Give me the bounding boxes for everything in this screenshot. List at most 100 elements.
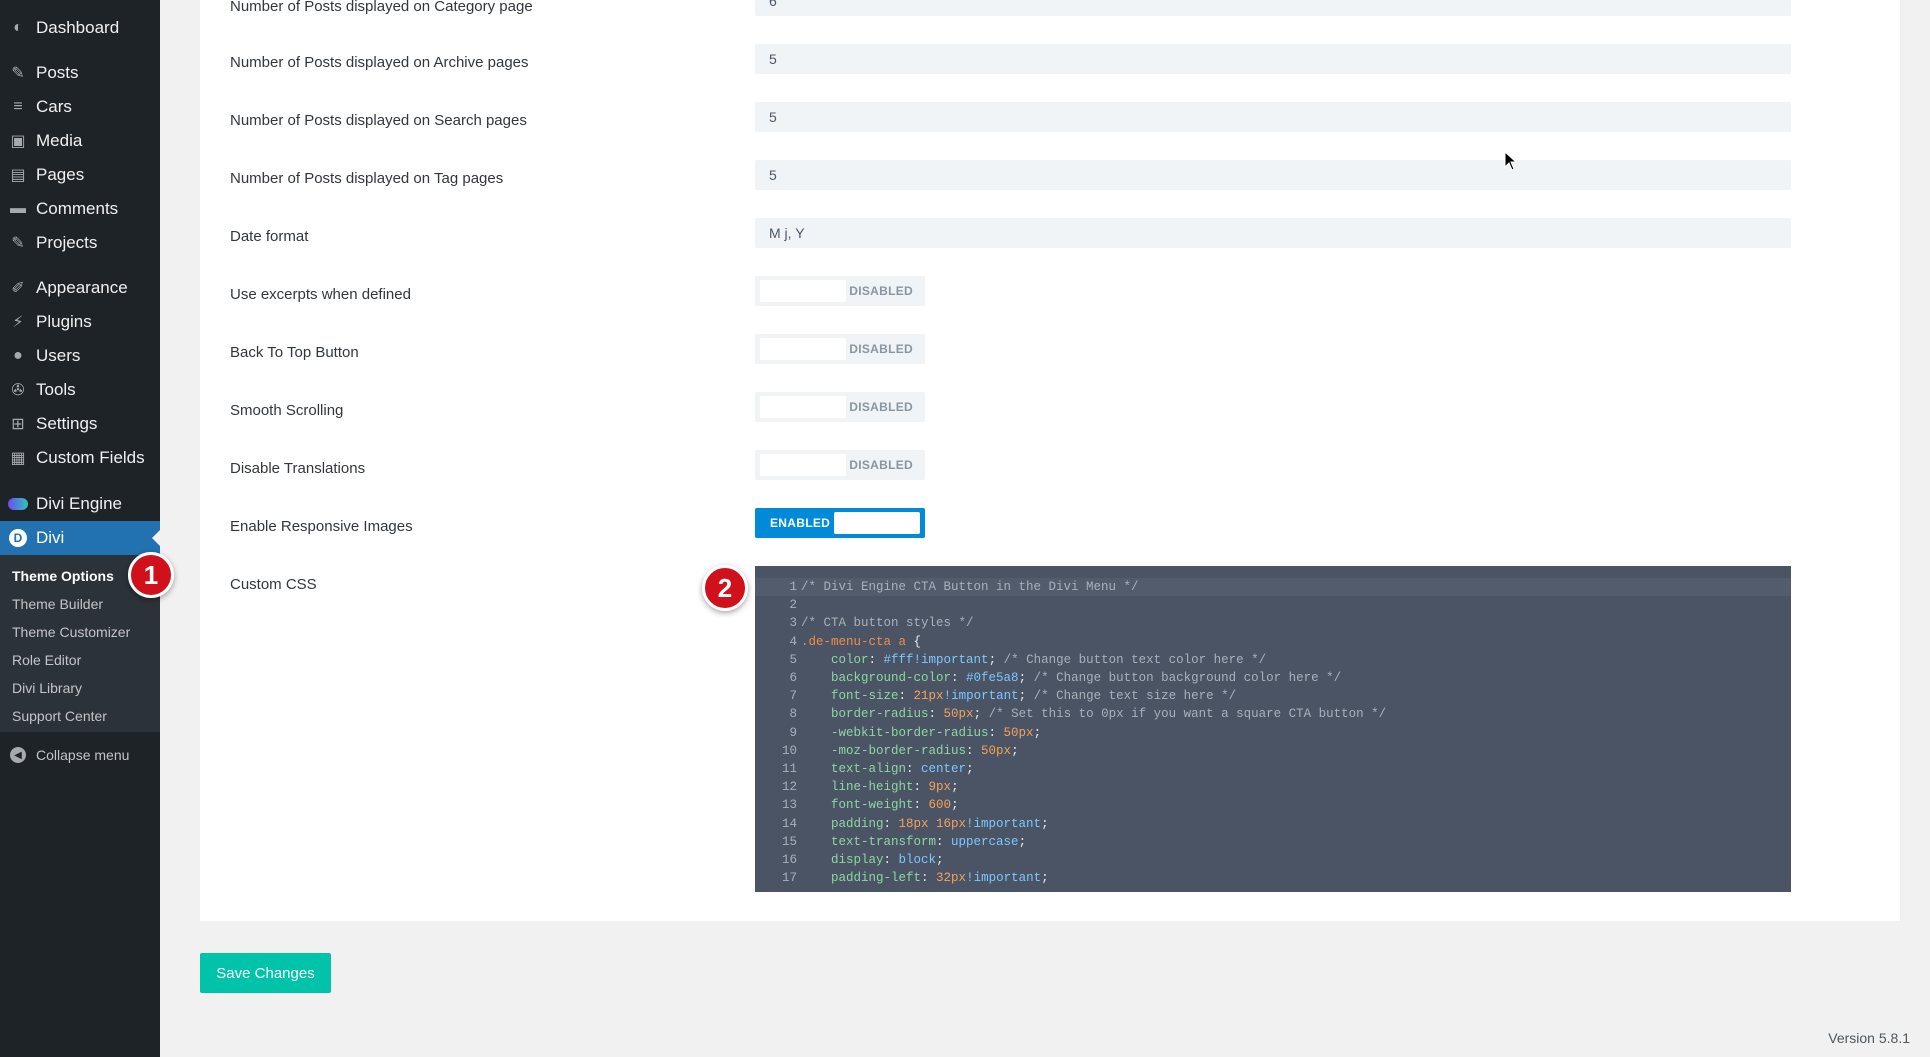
code-text: text-align: center; (801, 762, 974, 776)
use-excerpts-toggle[interactable]: DISABLED (755, 276, 925, 306)
code-text: padding: 18px 16px!important; (801, 816, 1049, 831)
code-line: 7 font-size: 21px!important; /* Change t… (755, 687, 1791, 705)
responsive-images-toggle[interactable]: ENABLED (755, 508, 925, 538)
toggle-knob (760, 454, 846, 476)
code-line: 9 -webkit-border-radius: 50px; (755, 724, 1791, 742)
version-label: Version 5.8.1 (1828, 1030, 1910, 1046)
menu-item-label: Settings (36, 414, 98, 433)
menu-item-custom-fields[interactable]: ▦ Custom Fields (0, 441, 160, 475)
disable-translations-toggle[interactable]: DISABLED (755, 450, 925, 480)
menu-item-comments[interactable]: ▬ Comments (0, 192, 160, 226)
code-text: /* Divi Engine CTA Button in the Divi Me… (801, 580, 1139, 594)
code-line: 3 /* CTA button styles */ (755, 614, 1791, 632)
submenu-theme-builder[interactable]: Theme Builder (12, 593, 103, 615)
line-number: 3 (789, 616, 797, 631)
menu-item-label: Dashboard (36, 18, 120, 37)
collapse-menu-label: Collapse menu (36, 747, 130, 763)
line-number: 4 (789, 634, 797, 649)
submenu-support-center[interactable]: Support Center (12, 705, 107, 727)
toggle-knob (760, 338, 846, 360)
back-to-top-toggle[interactable]: DISABLED (755, 334, 925, 364)
line-number: 8 (789, 707, 797, 722)
menu-item-appearance[interactable]: ✐ Appearance (0, 271, 160, 305)
menu-item-label: Users (36, 346, 81, 365)
menu-item-divi[interactable]: D Divi (0, 521, 160, 555)
admin-sidebar: ◐ Dashboard ✎ Posts ≡ Cars ▣ Media ▤ Pag… (0, 0, 160, 1057)
user-icon: ● (13, 347, 23, 364)
menu-item-label: Custom Fields (36, 448, 145, 467)
menu-item-label: Appearance (36, 278, 128, 297)
line-number: 12 (781, 780, 797, 795)
code-line: 2 (755, 596, 1791, 614)
comment-icon: ▬ (10, 200, 26, 217)
category-posts-input[interactable]: 6 (755, 0, 1791, 16)
tag-posts-label: Number of Posts displayed on Tag pages (230, 170, 504, 187)
line-number: 17 (781, 871, 797, 886)
menu-item-media[interactable]: ▣ Media (0, 124, 160, 158)
line-number: 9 (789, 725, 797, 740)
menu-item-users[interactable]: ● Users (0, 339, 160, 373)
submenu-role-editor[interactable]: Role Editor (12, 649, 81, 671)
toggle-state-label: ENABLED (770, 516, 831, 530)
code-line: 15 text-transform: uppercase; (755, 833, 1791, 851)
dashboard-icon: ◐ (13, 19, 23, 36)
toggle-state-label: DISABLED (849, 284, 913, 298)
toggle-state-label: DISABLED (849, 458, 913, 472)
search-posts-input[interactable]: 5 (755, 102, 1791, 132)
menu-item-label: Plugins (36, 312, 92, 331)
code-text: line-height: 9px; (801, 780, 959, 795)
submenu-theme-options[interactable]: Theme Options (12, 565, 114, 587)
menu-item-pages[interactable]: ▤ Pages (0, 158, 160, 192)
menu-item-projects[interactable]: ✎ Projects (0, 226, 160, 260)
line-number: 5 (789, 652, 797, 667)
line-number: 14 (781, 816, 797, 831)
line-number: 6 (789, 671, 797, 685)
code-line: 1 /* Divi Engine CTA Button in the Divi M… (755, 578, 1791, 596)
search-posts-label: Number of Posts displayed on Search page… (230, 112, 527, 129)
menu-item-settings[interactable]: ⊞ Settings (0, 407, 160, 441)
code-text: background-color: #0fe5a8; /* Change but… (801, 671, 1342, 685)
toggle-state-label: DISABLED (849, 400, 913, 414)
line-number: 10 (781, 743, 797, 758)
menu-item-posts[interactable]: ✎ Posts (0, 56, 160, 90)
category-posts-label: Number of Posts displayed on Category pa… (230, 0, 533, 15)
menu-item-plugins[interactable]: ⚡ Plugins (0, 305, 160, 339)
line-number: 7 (789, 689, 797, 704)
line-number: 1 (789, 580, 797, 594)
tag-posts-input[interactable]: 5 (755, 160, 1791, 190)
menu-item-dashboard[interactable]: ◐ Dashboard (0, 11, 160, 45)
toggle-knob (760, 280, 846, 302)
code-line: 13 font-weight: 600; (755, 796, 1791, 814)
archive-posts-input[interactable]: 5 (755, 44, 1791, 74)
code-line: 4 .de-menu-cta a { (755, 633, 1791, 651)
smooth-scrolling-label: Smooth Scrolling (230, 402, 344, 419)
mouse-cursor-icon (1504, 151, 1518, 171)
code-line: 14 padding: 18px 16px!important; (755, 815, 1791, 833)
code-line: 17 padding-left: 32px!important; (755, 869, 1791, 887)
menu-item-cars[interactable]: ≡ Cars (0, 90, 160, 124)
menu-item-divi-engine[interactable]: Divi Engine (0, 487, 160, 521)
date-format-input[interactable]: M j, Y (755, 218, 1791, 248)
save-changes-button[interactable]: Save Changes (200, 953, 331, 993)
collapse-menu-button[interactable]: ◀ Collapse menu (0, 744, 160, 766)
toggle-state-label: DISABLED (849, 342, 913, 356)
code-line: 5 color: #fff!important; /* Change butto… (755, 651, 1791, 669)
menu-item-label: Projects (36, 233, 98, 252)
code-line: 12 line-height: 9px; (755, 778, 1791, 796)
submenu-theme-customizer[interactable]: Theme Customizer (12, 621, 130, 643)
plugin-icon: ⚡ (12, 314, 24, 331)
custom-css-editor[interactable]: 1 /* Divi Engine CTA Button in the Divi M… (755, 566, 1791, 892)
menu-item-label: Tools (36, 380, 76, 399)
menu-item-label: Media (36, 131, 83, 150)
code-text: -moz-border-radius: 50px; (801, 743, 1019, 758)
custom-css-label: Custom CSS (230, 576, 317, 593)
media-icon: ▣ (10, 133, 26, 150)
code-line: 10 -moz-border-radius: 50px; (755, 742, 1791, 760)
step-badge-2: 2 (702, 565, 748, 611)
menu-item-tools[interactable]: ✇ Tools (0, 373, 160, 407)
submenu-divi-library[interactable]: Divi Library (12, 677, 82, 699)
menu-item-label: Divi Engine (36, 494, 122, 513)
smooth-scrolling-toggle[interactable]: DISABLED (755, 392, 925, 422)
code-text: text-transform: uppercase; (801, 834, 1027, 849)
code-line: 16 display: block; (755, 851, 1791, 869)
